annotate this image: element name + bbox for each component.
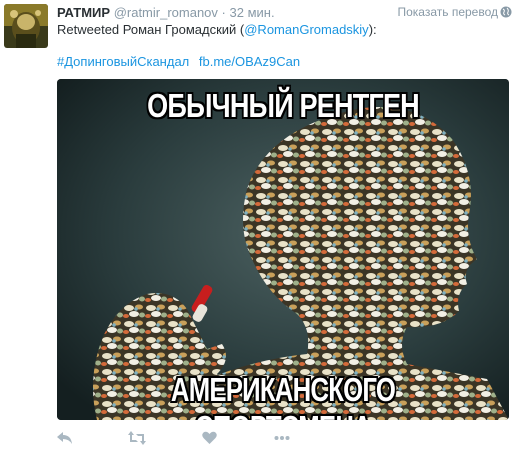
- retweet-button[interactable]: [128, 428, 146, 448]
- external-link[interactable]: fb.me/OBAz9Can: [199, 54, 300, 69]
- meme-caption-bottom: АМЕРИКАНСКОГО СПОРТСМЕНА: [170, 371, 396, 420]
- more-icon: [274, 435, 290, 441]
- retweet-suffix: ):: [368, 22, 377, 37]
- avatar[interactable]: [4, 4, 48, 48]
- globe-icon[interactable]: [500, 5, 512, 18]
- user-handle[interactable]: @ratmir_romanov: [114, 5, 218, 20]
- separator-dot: ·: [221, 5, 226, 20]
- tweet-text: Retweeted Роман Громадский (@RomanGromad…: [57, 22, 377, 37]
- reply-button[interactable]: [57, 428, 73, 448]
- reply-icon: [57, 431, 73, 445]
- tweet-header: РАТМИР @ratmir_romanov · 32 мин.: [57, 5, 275, 20]
- tweet-media-image[interactable]: ОБЫЧНЫЙ РЕНТГЕН АМЕРИКАНСКОГО СПОРТСМЕНА: [57, 79, 509, 420]
- pill-figure-illustration: [57, 79, 509, 420]
- display-name[interactable]: РАТМИР: [57, 5, 110, 20]
- more-button[interactable]: [274, 428, 290, 448]
- heart-icon: [202, 431, 217, 445]
- retweet-icon: [128, 431, 146, 445]
- hashtag-link[interactable]: #ДопинговыйСкандал: [57, 54, 189, 69]
- meme-caption-top: ОБЫЧНЫЙ РЕНТГЕН: [147, 87, 420, 124]
- tweet-links: #ДопинговыйСкандал fb.me/OBAz9Can: [57, 54, 306, 69]
- like-button[interactable]: [202, 428, 217, 448]
- timestamp[interactable]: 32 мин.: [230, 5, 275, 20]
- tweet-actions: [57, 428, 357, 448]
- mention-link[interactable]: @RomanGromadskiy: [244, 22, 368, 37]
- retweet-prefix: Retweeted Роман Громадский (: [57, 22, 245, 37]
- translate-link[interactable]: Показать перевод: [397, 5, 498, 19]
- tweet: РАТМИР @ratmir_romanov · 32 мин. Показат…: [0, 0, 516, 456]
